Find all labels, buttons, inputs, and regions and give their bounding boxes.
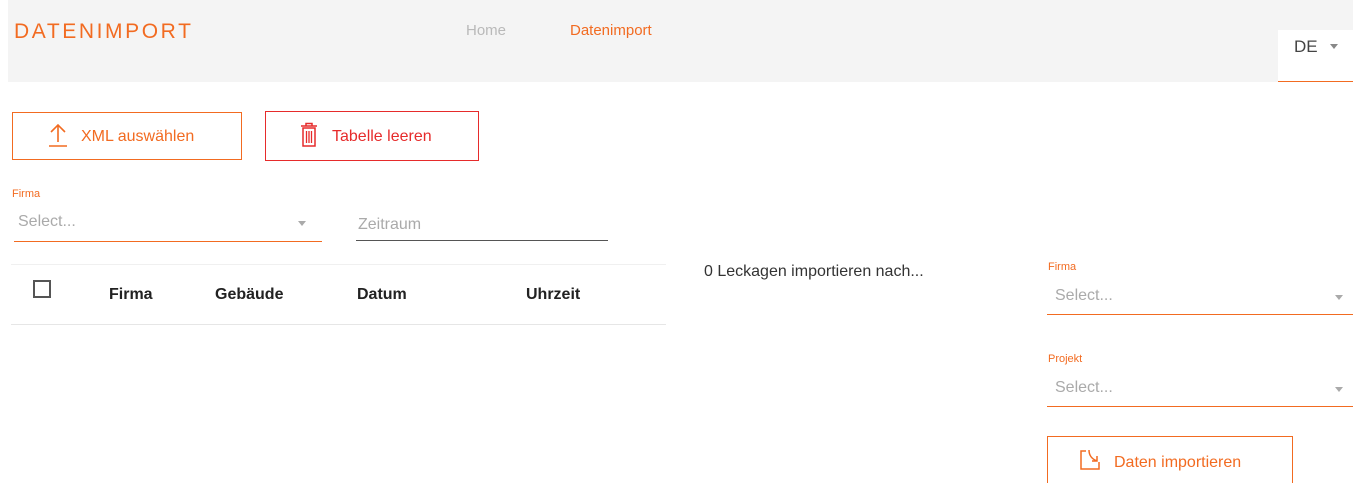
column-header-firma[interactable]: Firma (109, 286, 153, 304)
import-projekt-placeholder: Select... (1055, 379, 1113, 396)
language-value: DE (1294, 37, 1318, 56)
clear-table-button[interactable]: Tabelle leeren (265, 111, 479, 161)
app-title: DATENIMPORT (14, 20, 194, 43)
app-header: DATENIMPORT Home Datenimport DE (8, 0, 1353, 82)
chevron-down-icon (1330, 44, 1338, 49)
table-header-row: Firma Gebäude Datum Uhrzeit (11, 264, 666, 325)
import-data-label: Daten importieren (1114, 454, 1242, 471)
nav-link-datenimport[interactable]: Datenimport (570, 22, 652, 39)
clear-table-label: Tabelle leeren (332, 128, 432, 145)
chevron-down-icon (1335, 387, 1343, 392)
chevron-down-icon (1335, 295, 1343, 300)
import-firma-select[interactable]: Select... (1047, 278, 1353, 315)
select-xml-button[interactable]: XML auswählen (12, 112, 242, 160)
select-all-checkbox[interactable] (33, 280, 51, 298)
import-data-button[interactable]: Daten importieren (1047, 436, 1293, 483)
firma-filter-select[interactable]: Select... (14, 205, 322, 242)
trash-icon (299, 122, 319, 153)
column-header-gebaeude[interactable]: Gebäude (215, 286, 283, 304)
firma-filter-placeholder: Select... (18, 213, 76, 230)
import-projekt-label: Projekt (1048, 353, 1083, 365)
column-header-uhrzeit[interactable]: Uhrzeit (526, 286, 580, 304)
import-firma-placeholder: Select... (1055, 287, 1113, 304)
import-firma-label: Firma (1048, 261, 1077, 273)
nav-link-home[interactable]: Home (466, 22, 506, 39)
select-xml-label: XML auswählen (81, 128, 195, 145)
upload-icon (47, 122, 69, 153)
language-select[interactable]: DE (1278, 30, 1353, 82)
zeitraum-input[interactable]: Zeitraum (356, 207, 608, 241)
firma-filter-label: Firma (12, 188, 41, 200)
column-header-datum[interactable]: Datum (357, 286, 407, 304)
import-projekt-select[interactable]: Select... (1047, 370, 1353, 407)
download-tray-icon (1078, 448, 1102, 477)
chevron-down-icon (298, 221, 306, 226)
import-count-text: 0 Leckagen importieren nach... (704, 263, 924, 280)
zeitraum-placeholder: Zeitraum (358, 216, 422, 233)
